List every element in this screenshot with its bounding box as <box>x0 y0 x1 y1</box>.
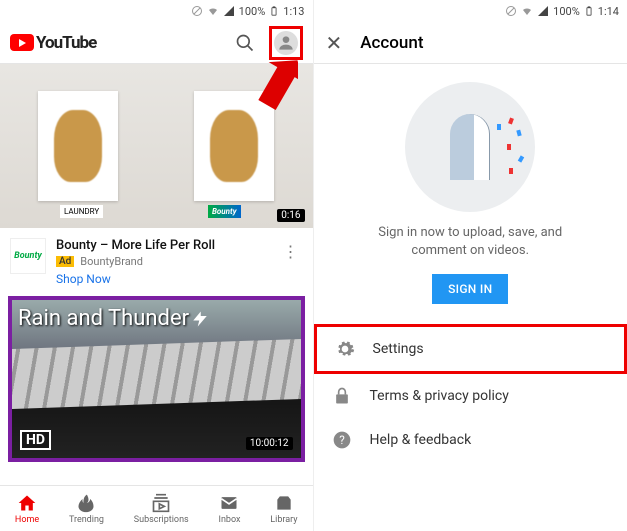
menu-label: Settings <box>373 341 424 357</box>
door-icon <box>450 114 490 180</box>
menu-settings[interactable]: Settings <box>314 324 627 374</box>
no-sim-icon <box>191 5 203 17</box>
video-feed: LAUNDRY Bounty 0:16 Bounty Bounty – More… <box>0 64 313 485</box>
youtube-wordmark: YouTube <box>36 33 96 53</box>
ad-badge: Ad <box>56 256 74 267</box>
status-bar: 100% 1:13 <box>0 0 313 22</box>
youtube-play-icon <box>10 34 34 51</box>
menu-label: Help & feedback <box>370 432 472 448</box>
clock-text: 1:13 <box>283 5 304 18</box>
help-icon: ? <box>332 430 352 450</box>
battery-icon <box>269 4 279 18</box>
more-options-icon[interactable]: ⋮ <box>279 238 303 286</box>
signal-icon <box>223 5 235 17</box>
shop-now-link[interactable]: Shop Now <box>56 272 269 286</box>
video-thumbnail-2[interactable]: Rain and Thunder HD 10:00:12 <box>8 296 305 462</box>
nav-inbox[interactable]: Inbox <box>219 493 241 525</box>
wifi-icon <box>521 5 533 17</box>
battery-text: 100% <box>553 5 580 18</box>
clock-text: 1:14 <box>598 5 619 18</box>
signin-hero: Sign in now to upload, save, and comment… <box>314 64 627 316</box>
battery-text: 100% <box>239 5 266 18</box>
svg-text:?: ? <box>339 434 345 448</box>
bottom-nav: Home Trending Subscriptions Inbox Librar… <box>0 485 313 531</box>
menu-help[interactable]: ? Help & feedback <box>314 418 627 462</box>
gear-icon <box>335 339 355 359</box>
lock-icon <box>332 386 352 406</box>
advertiser-icon: Bounty <box>10 238 46 274</box>
brand-label-1: LAUNDRY <box>60 205 103 218</box>
brand-label-2: Bounty <box>208 205 241 218</box>
sign-in-button[interactable]: SIGN IN <box>432 274 508 304</box>
menu-terms[interactable]: Terms & privacy policy <box>314 374 627 418</box>
signal-icon <box>537 5 549 17</box>
account-title: Account <box>360 33 423 53</box>
menu-label: Terms & privacy policy <box>370 388 509 404</box>
status-bar-right: 100% 1:14 <box>314 0 627 22</box>
account-panel-screen: 100% 1:14 ✕ Account Sign in now to uploa… <box>314 0 627 531</box>
battery-icon <box>584 4 594 18</box>
nav-library[interactable]: Library <box>270 493 297 525</box>
account-avatar-button[interactable] <box>274 31 298 55</box>
video2-overlay-title: Rain and Thunder <box>18 306 209 331</box>
youtube-home-screen: 100% 1:13 YouTube LAUNDRY Bounty 0:16 <box>0 0 314 531</box>
account-header: ✕ Account <box>314 22 627 64</box>
account-menu: Settings Terms & privacy policy ? Help &… <box>314 324 627 462</box>
tutorial-arrow <box>242 54 298 122</box>
video-meta-1: Bounty Bounty – More Life Per Roll Ad Bo… <box>0 228 313 296</box>
youtube-logo[interactable]: YouTube <box>10 33 96 53</box>
nav-trending[interactable]: Trending <box>69 493 104 525</box>
nav-subscriptions[interactable]: Subscriptions <box>134 493 189 525</box>
video-title[interactable]: Bounty – More Life Per Roll <box>56 238 269 253</box>
video-duration: 0:16 <box>277 209 304 222</box>
no-sim-icon <box>505 5 517 17</box>
hd-badge: HD <box>20 430 51 450</box>
close-icon[interactable]: ✕ <box>326 31 343 55</box>
channel-name: BountyBrand <box>80 255 143 268</box>
hero-text: Sign in now to upload, save, and comment… <box>378 224 562 260</box>
nav-home[interactable]: Home <box>15 493 39 525</box>
video2-duration: 10:00:12 <box>246 437 293 450</box>
hero-illustration <box>405 82 535 212</box>
wifi-icon <box>207 5 219 17</box>
